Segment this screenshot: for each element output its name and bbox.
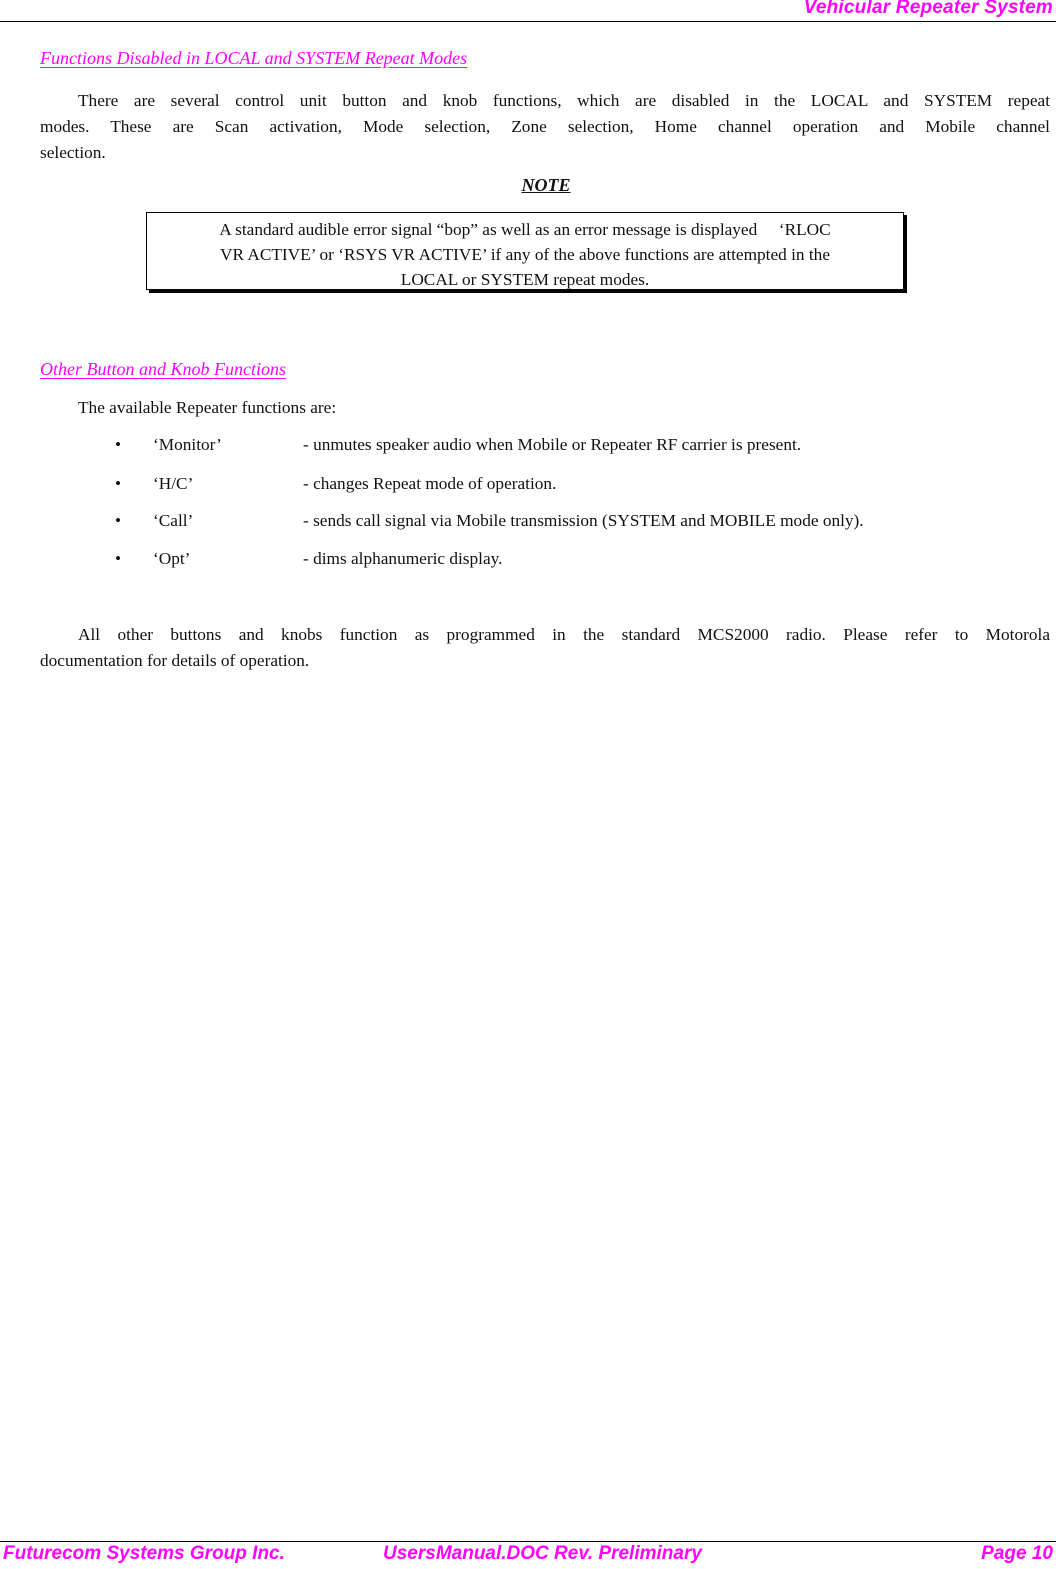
function-key: ‘Opt’ [153, 549, 191, 568]
paragraph-line: There are several control unit button an… [40, 88, 1050, 114]
section-heading-other-functions: Other Button and Knob Functions [40, 359, 286, 379]
paragraph-line: documentation for details of operation. [40, 648, 1050, 674]
note-line: A standard audible error signal “bop” as… [219, 220, 831, 239]
section-heading-disabled-functions: Functions Disabled in LOCAL and SYSTEM R… [40, 48, 468, 68]
note-line: LOCAL or SYSTEM repeat modes. [400, 270, 650, 289]
note-label: NOTE [521, 175, 571, 195]
paragraph-text: There are several control unit button an… [78, 91, 1050, 110]
closing-paragraph: All other buttons and knobs function as … [40, 622, 1050, 674]
bullet-icon: • [115, 511, 122, 530]
paragraph-line: modes. These are Scan activation, Mode s… [40, 114, 1050, 140]
footer-company: Futurecom Systems Group Inc. [3, 1543, 285, 1564]
bullet-icon: • [115, 435, 122, 454]
paragraph-line: All other buttons and knobs function as … [40, 622, 1050, 648]
function-description: - changes Repeat mode of operation. [303, 474, 557, 493]
running-header-title: Vehicular Repeater System [803, 0, 1053, 18]
functions-intro: The available Repeater functions are: [78, 398, 337, 417]
paragraph-text: modes. These are Scan activation, Mode s… [40, 117, 1050, 136]
paragraph-text: selection. [40, 143, 106, 162]
list-item: • ‘Opt’ - dims alphanumeric display. [115, 549, 503, 569]
function-key: ‘Monitor’ [153, 435, 222, 454]
disabled-functions-paragraph: There are several control unit button an… [40, 88, 1050, 166]
paragraph-text: All other buttons and knobs function as … [78, 625, 1050, 644]
list-item: • ‘Call’ - sends call signal via Mobile tr… [115, 511, 864, 531]
note-box: A standard audible error signal “bop” as… [146, 212, 904, 290]
footer-document: UsersManual.DOC Rev. Preliminary [383, 1543, 702, 1564]
function-description: - dims alphanumeric display. [303, 549, 503, 568]
footer-page-number: Page 10 [981, 1543, 1053, 1564]
function-key: ‘H/C’ [153, 474, 194, 493]
note-line: VR ACTIVE’ or ‘RSYS VR ACTIVE’ if any of… [219, 245, 830, 264]
paragraph-text: documentation for details of operation. [40, 651, 310, 670]
header-divider [0, 21, 1056, 22]
paragraph-line: selection. [40, 140, 1050, 166]
bullet-icon: • [115, 549, 122, 568]
function-description: - sends call signal via Mobile transmiss… [303, 511, 864, 530]
list-item: • ‘Monitor’ - unmutes speaker audio when M… [115, 435, 801, 455]
list-item: • ‘H/C’ - changes Repeat mode of operation… [115, 474, 556, 494]
function-key: ‘Call’ [153, 511, 194, 530]
bullet-icon: • [115, 474, 122, 493]
function-description: - unmutes speaker audio when Mobile or R… [303, 435, 802, 454]
footer-divider [0, 1541, 1056, 1542]
